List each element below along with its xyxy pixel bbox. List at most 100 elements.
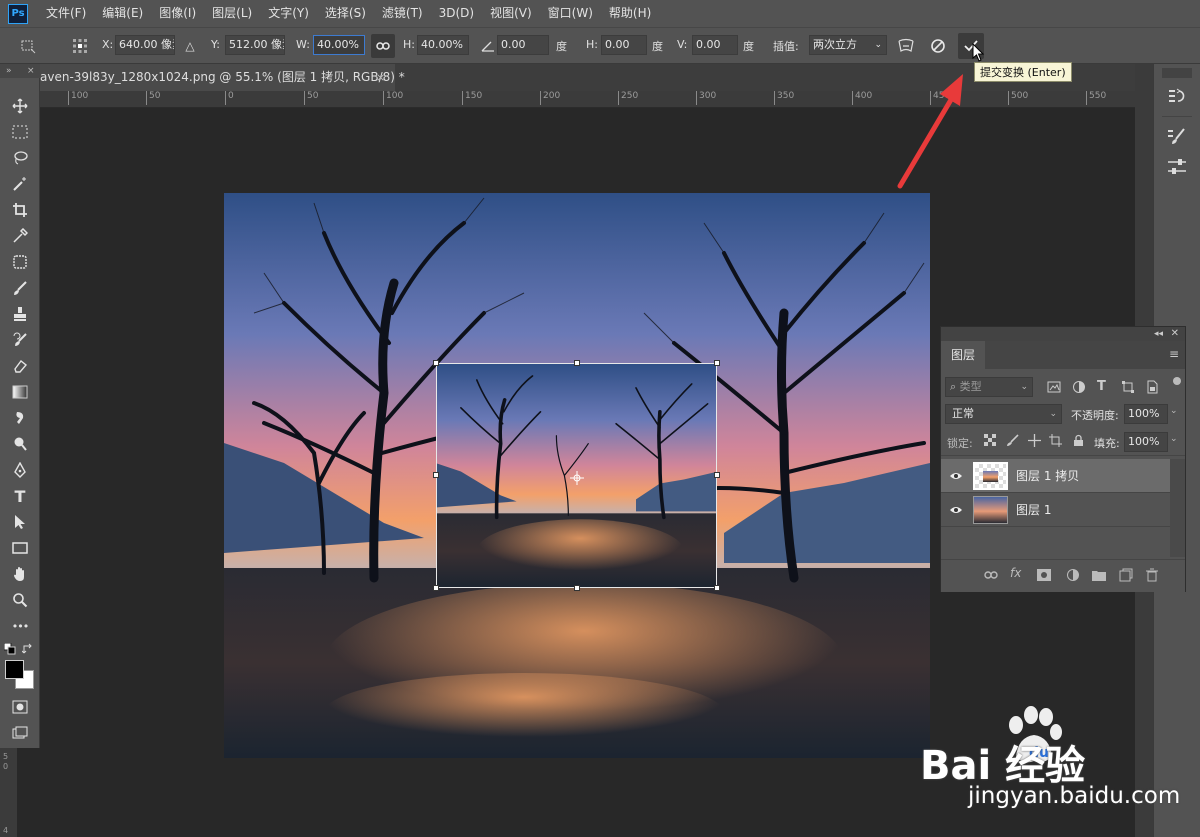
lock-position-icon[interactable] xyxy=(1028,434,1041,447)
document-tab[interactable]: aven-39l83y_1280x1024.png @ 55.1% (图层 1 … xyxy=(40,64,405,91)
layer-row[interactable]: 图层 1 xyxy=(941,493,1170,527)
close-tab-button[interactable]: × xyxy=(376,64,385,91)
reference-point-crosshair-icon[interactable] xyxy=(570,471,584,485)
link-layers-icon[interactable] xyxy=(984,569,998,583)
vskew-field[interactable]: 0.00 xyxy=(692,35,738,55)
lock-all-icon[interactable] xyxy=(1072,434,1085,447)
warp-icon[interactable] xyxy=(896,36,916,56)
angle-field[interactable]: 0.00 xyxy=(497,35,549,55)
layer-filter-select[interactable]: ⌕ 类型 ⌄ xyxy=(945,377,1033,397)
quick-mask-icon[interactable] xyxy=(8,696,32,718)
menu-window[interactable]: 窗口(W) xyxy=(540,0,601,27)
menu-image[interactable]: 图像(I) xyxy=(151,0,204,27)
smudge-tool-icon[interactable] xyxy=(8,407,32,429)
layer-style-fx-icon[interactable]: fx xyxy=(1010,566,1026,582)
swap-colors-icon[interactable] xyxy=(21,643,34,655)
layers-scrollbar[interactable] xyxy=(1170,459,1185,557)
crop-tool-icon[interactable] xyxy=(8,199,32,221)
gradient-tool-icon[interactable] xyxy=(8,381,32,403)
history-brush-tool-icon[interactable] xyxy=(8,329,32,351)
x-field[interactable]: 640.00 像素 xyxy=(115,35,175,55)
layers-panel-titlebar[interactable]: ◂◂ ✕ xyxy=(941,327,1185,341)
collapse-toolbar-button[interactable]: » xyxy=(6,64,12,78)
marquee-tool-icon[interactable] xyxy=(8,121,32,143)
blend-mode-select[interactable]: 正常 ⌄ xyxy=(945,404,1062,424)
hand-tool-icon[interactable] xyxy=(8,563,32,585)
transform-handle-bottom-left[interactable] xyxy=(433,585,439,591)
rectangle-tool-icon[interactable] xyxy=(8,537,32,559)
interpolation-select[interactable]: 两次立方 ⌄ xyxy=(809,35,887,55)
visibility-eye-icon[interactable] xyxy=(949,469,963,483)
adjustment-filter-icon[interactable] xyxy=(1072,380,1086,394)
transform-handle-top[interactable] xyxy=(574,360,580,366)
magic-wand-tool-icon[interactable] xyxy=(8,173,32,195)
type-tool-icon[interactable]: T xyxy=(8,485,32,507)
close-panel-icon[interactable]: ✕ xyxy=(1171,327,1179,341)
menu-layer[interactable]: 图层(L) xyxy=(204,0,260,27)
screen-mode-icon[interactable] xyxy=(8,722,32,744)
transform-handle-top-left[interactable] xyxy=(433,360,439,366)
zoom-tool-icon[interactable] xyxy=(8,589,32,611)
menu-filter[interactable]: 滤镜(T) xyxy=(374,0,431,27)
close-toolbar-button[interactable]: × xyxy=(27,64,35,78)
adjustments-sliders-icon[interactable] xyxy=(1166,156,1190,178)
lock-pixels-icon[interactable] xyxy=(1006,434,1019,447)
height-field[interactable]: 40.00% xyxy=(417,35,469,55)
brush-tool-icon[interactable] xyxy=(8,277,32,299)
chevron-down-icon[interactable]: ⌄ xyxy=(1170,406,1178,416)
transform-handle-top-right[interactable] xyxy=(714,360,720,366)
more-tools-icon[interactable]: ••• xyxy=(8,615,32,637)
cancel-transform-icon[interactable] xyxy=(928,36,948,56)
add-mask-icon[interactable] xyxy=(1037,569,1051,583)
link-icon[interactable] xyxy=(371,34,395,58)
menu-3d[interactable]: 3D(D) xyxy=(431,0,482,27)
shape-filter-icon[interactable] xyxy=(1121,380,1135,394)
new-adjustment-layer-icon[interactable] xyxy=(1066,568,1080,582)
menu-view[interactable]: 视图(V) xyxy=(482,0,540,27)
hskew-field[interactable]: 0.00 xyxy=(601,35,647,55)
menu-file[interactable]: 文件(F) xyxy=(38,0,94,27)
lock-transparency-icon[interactable] xyxy=(984,434,997,447)
width-field[interactable]: 40.00% xyxy=(313,35,365,55)
foreground-color-swatch[interactable] xyxy=(5,660,24,679)
healing-brush-tool-icon[interactable] xyxy=(8,251,32,273)
lock-artboard-icon[interactable] xyxy=(1049,434,1062,447)
opacity-field[interactable]: 100% xyxy=(1124,404,1168,424)
transform-handle-bottom-right[interactable] xyxy=(714,585,720,591)
eyedropper-tool-icon[interactable] xyxy=(8,225,32,247)
fill-field[interactable]: 100% xyxy=(1124,432,1168,452)
new-group-folder-icon[interactable] xyxy=(1092,569,1106,583)
layers-tab[interactable]: 图层 xyxy=(941,341,985,369)
menu-select[interactable]: 选择(S) xyxy=(317,0,374,27)
transform-tool-icon[interactable] xyxy=(18,36,38,56)
path-selection-tool-icon[interactable] xyxy=(8,511,32,533)
smart-object-filter-icon[interactable] xyxy=(1145,380,1159,394)
brush-settings-icon[interactable] xyxy=(1166,126,1190,148)
default-colors-icon[interactable] xyxy=(3,642,16,655)
new-layer-icon[interactable] xyxy=(1119,568,1133,582)
visibility-eye-icon[interactable] xyxy=(949,503,963,517)
menu-help[interactable]: 帮助(H) xyxy=(601,0,659,27)
filter-toggle[interactable] xyxy=(1173,377,1181,385)
delete-layer-trash-icon[interactable] xyxy=(1145,568,1159,582)
y-field[interactable]: 512.00 像素 xyxy=(225,35,285,55)
layer-row[interactable]: 图层 1 拷贝 xyxy=(941,459,1170,493)
clone-stamp-tool-icon[interactable] xyxy=(8,303,32,325)
eraser-tool-icon[interactable] xyxy=(8,355,32,377)
move-tool-icon[interactable] xyxy=(8,95,32,117)
transform-handle-right[interactable] xyxy=(714,472,720,478)
history-panel-icon[interactable] xyxy=(1166,86,1190,108)
dodge-tool-icon[interactable] xyxy=(8,433,32,455)
menu-type[interactable]: 文字(Y) xyxy=(260,0,317,27)
lasso-tool-icon[interactable] xyxy=(8,147,32,169)
reference-point-icon[interactable] xyxy=(70,36,90,56)
collapse-panel-icon[interactable]: ◂◂ xyxy=(1154,327,1163,341)
panel-menu-icon[interactable]: ≡ xyxy=(1169,347,1179,361)
pixel-filter-icon[interactable] xyxy=(1047,380,1061,394)
chevron-down-icon[interactable]: ⌄ xyxy=(1170,434,1178,444)
menu-edit[interactable]: 编辑(E) xyxy=(94,0,151,27)
transform-handle-left[interactable] xyxy=(433,472,439,478)
pen-tool-icon[interactable] xyxy=(8,459,32,481)
type-filter-icon[interactable]: T xyxy=(1097,379,1111,394)
transform-handle-bottom[interactable] xyxy=(574,585,580,591)
